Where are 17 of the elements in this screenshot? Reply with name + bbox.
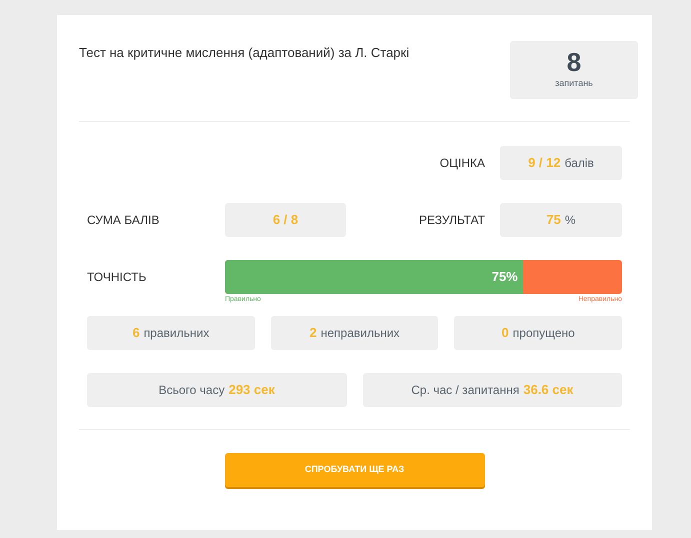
- score-label: СУМА БАЛІВ: [87, 212, 160, 229]
- result-label: РЕЗУЛЬТАТ: [419, 212, 485, 229]
- answer-count: 6 правильних: [87, 316, 255, 350]
- score-value: 6 / 8: [225, 203, 346, 237]
- time-stat: Всього часу 293 сек: [87, 373, 346, 407]
- question-count-label: запитань: [555, 77, 593, 90]
- grade-label: ОЦІНКА: [440, 155, 485, 172]
- test-title: Тест на критичне мислення (адаптований) за Л. Старкі: [79, 44, 410, 62]
- grade-value: 9 / 12 балів: [500, 146, 622, 180]
- accuracy-label: ТОЧНІСТЬ: [87, 269, 148, 286]
- answer-count: 0 пропущено: [454, 316, 622, 350]
- retry-button[interactable]: СПРОБУВАТИ ЩЕ РАЗ: [224, 453, 484, 487]
- question-count: 8: [566, 49, 582, 76]
- result-value: 75 %: [500, 203, 622, 237]
- time-stat: Ср. час / запитання 36.6 сек: [362, 373, 622, 407]
- accuracy-reading: 75%: [492, 268, 518, 286]
- answer-count: 2 неправильних: [270, 316, 438, 350]
